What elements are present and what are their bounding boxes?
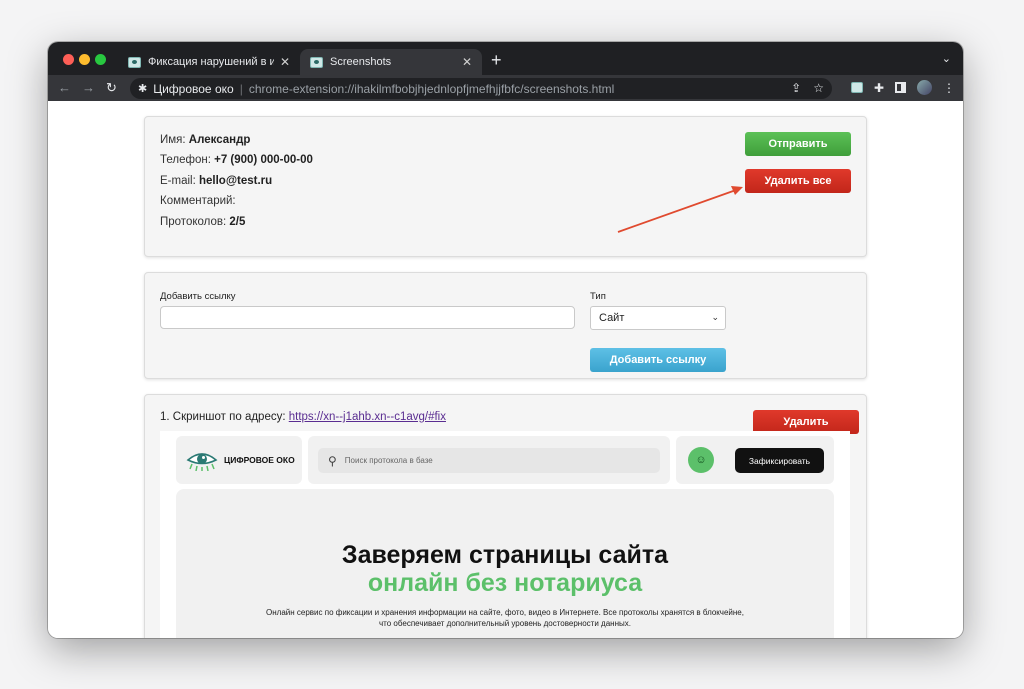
site-search-panel: ⚲ Поиск протокола в базе xyxy=(308,436,670,484)
name-row: Имя: Александр xyxy=(160,134,250,146)
name-value: Александр xyxy=(188,134,251,146)
phone-value: +7 (900) 000-00-00 xyxy=(214,154,313,166)
screenshot-card: 1. Скриншот по адресу: https://xn--j1ahb… xyxy=(144,394,867,638)
eye-logo-icon xyxy=(186,453,218,471)
toolbar-actions: ✚ ⋮ xyxy=(850,80,955,95)
user-info-card: Имя: Александр Телефон: +7 (900) 000-00-… xyxy=(144,116,867,257)
email-row: E-mail: hello@test.ru xyxy=(160,175,272,187)
side-panel-icon[interactable] xyxy=(895,82,906,93)
protocols-label: Протоколов: xyxy=(160,216,230,228)
tab-close-icon[interactable]: ✕ xyxy=(462,55,472,69)
type-label: Тип xyxy=(590,291,606,302)
screenshot-preview: ЦИФРОВОЕ ОКО ⚲ Поиск протокола в базе ☺ … xyxy=(160,431,850,638)
extension-eye-icon[interactable] xyxy=(850,82,863,93)
profile-avatar[interactable] xyxy=(917,80,932,95)
protocols-row: Протоколов: 2/5 xyxy=(160,216,245,228)
link-input[interactable] xyxy=(160,306,575,329)
user-icon: ☺ xyxy=(688,447,714,473)
site-fix-button: Зафиксировать xyxy=(735,448,824,473)
name-label: Имя: xyxy=(160,134,189,146)
protocols-value: 2/5 xyxy=(229,216,246,228)
omnibox-actions: ⇪ ☆ xyxy=(791,81,824,95)
hero-subtitle: Онлайн сервис по фиксации и хранения инф… xyxy=(266,608,744,628)
type-selected-value: Сайт xyxy=(599,312,625,324)
close-window-button[interactable] xyxy=(63,54,74,65)
site-actions-panel: ☺ Зафиксировать xyxy=(676,436,834,484)
search-icon: ⚲ xyxy=(328,453,337,468)
phone-label: Телефон: xyxy=(160,154,215,166)
url-text: chrome-extension://ihakilmfbobjhjednlopf… xyxy=(248,81,615,96)
hero-title: Заверяем страницы сайта xyxy=(341,541,669,569)
comment-label: Комментарий: xyxy=(160,195,236,207)
kebab-menu-icon[interactable]: ⋮ xyxy=(943,81,955,95)
browser-toolbar: ← → ↻ ✱ Цифровое око | chrome-extension:… xyxy=(48,75,963,101)
delete-all-button[interactable]: Удалить все xyxy=(745,169,851,193)
add-link-button[interactable]: Добавить ссылку xyxy=(590,348,726,372)
site-search-input: ⚲ Поиск протокола в базе xyxy=(318,448,660,473)
eye-favicon-icon xyxy=(310,56,323,68)
reload-icon[interactable]: ↻ xyxy=(106,80,117,96)
back-icon[interactable]: ← xyxy=(58,80,71,96)
origin-separator: | xyxy=(239,81,243,96)
address-bar[interactable]: ✱ Цифровое око | chrome-extension://ihak… xyxy=(130,78,832,99)
forward-icon[interactable]: → xyxy=(82,80,95,96)
share-icon[interactable]: ⇪ xyxy=(791,81,801,95)
phone-row: Телефон: +7 (900) 000-00-00 xyxy=(160,154,313,166)
tab-search-chevron-icon[interactable]: ⌄ xyxy=(942,52,951,65)
send-button[interactable]: Отправить xyxy=(745,132,851,156)
add-link-card: Добавить ссылку Тип Сайт ⌄ Добавить ссыл… xyxy=(144,272,867,379)
tab-fixation[interactable]: Фиксация нарушений в интер ✕ xyxy=(118,49,300,75)
tab-title: Screenshots xyxy=(330,56,392,68)
chevron-down-icon: ⌄ xyxy=(711,312,719,322)
browser-window: Фиксация нарушений в интер ✕ Screenshots… xyxy=(48,42,963,638)
tab-close-icon[interactable]: ✕ xyxy=(280,55,290,69)
type-select[interactable]: Сайт ⌄ xyxy=(590,306,726,330)
maximize-window-button[interactable] xyxy=(95,54,106,65)
origin-label: Цифровое око xyxy=(153,81,234,96)
site-logo: ЦИФРОВОЕ ОКО xyxy=(176,436,302,484)
new-tab-button[interactable]: + xyxy=(491,50,502,70)
page-content: Имя: Александр Телефон: +7 (900) 000-00-… xyxy=(48,101,963,638)
email-value: hello@test.ru xyxy=(198,175,273,187)
site-logo-text: ЦИФРОВОЕ ОКО xyxy=(224,455,295,465)
tab-title: Фиксация нарушений в интер xyxy=(148,56,274,68)
minimize-window-button[interactable] xyxy=(79,54,90,65)
comment-row: Комментарий: xyxy=(160,195,236,207)
extensions-puzzle-icon[interactable]: ✚ xyxy=(874,81,884,95)
site-hero: Заверяем страницы сайта онлайн без нотар… xyxy=(176,489,834,638)
screenshot-url-link[interactable]: https://xn--j1ahb.xn--c1avg/#fix xyxy=(289,411,446,423)
star-icon[interactable]: ☆ xyxy=(813,81,824,95)
screenshot-prefix: 1. Скриншот по адресу: xyxy=(160,411,289,423)
hero-title-accent: онлайн без нотариуса xyxy=(367,569,643,597)
puzzle-icon: ✱ xyxy=(138,83,148,95)
eye-favicon-icon xyxy=(128,56,141,68)
email-label: E-mail: xyxy=(160,175,199,187)
screenshot-title: 1. Скриншот по адресу: https://xn--j1ahb… xyxy=(160,411,446,423)
tab-bar: Фиксация нарушений в интер ✕ Screenshots… xyxy=(48,42,963,75)
site-search-placeholder: Поиск протокола в базе xyxy=(344,456,433,465)
tab-screenshots[interactable]: Screenshots ✕ xyxy=(300,49,482,75)
link-label: Добавить ссылку xyxy=(160,291,236,302)
